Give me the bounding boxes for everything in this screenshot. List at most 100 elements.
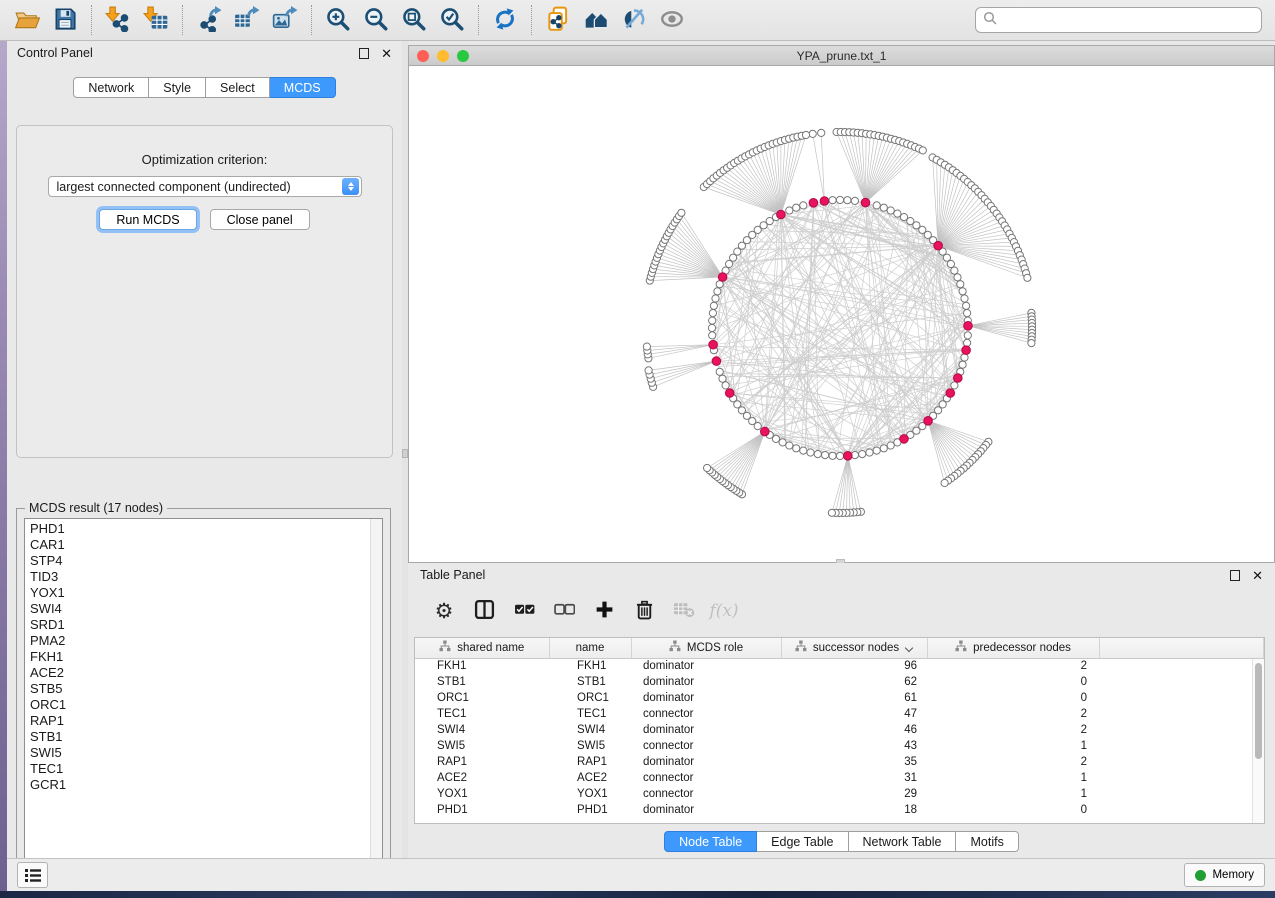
- select-all-button[interactable]: [506, 594, 542, 628]
- mcds-result-item[interactable]: GCR1: [30, 777, 382, 793]
- gear-icon: ⚙: [435, 601, 454, 622]
- homes-icon: [583, 6, 609, 35]
- mcds-result-item[interactable]: ACE2: [30, 665, 382, 681]
- close-panel-icon[interactable]: ✕: [381, 47, 392, 60]
- mcds-result-list[interactable]: PHD1CAR1STP4TID3YOX1SWI4SRD1PMA2FKH1ACE2…: [24, 518, 383, 871]
- save-button[interactable]: [46, 3, 84, 37]
- tab-select[interactable]: Select: [206, 77, 270, 98]
- sort-desc-icon: [905, 644, 913, 652]
- mcds-result-item[interactable]: STP4: [30, 553, 382, 569]
- mcds-result-item[interactable]: FKH1: [30, 649, 382, 665]
- export-network-button[interactable]: [190, 3, 228, 37]
- column-header-MCDS-role[interactable]: MCDS role: [631, 638, 781, 658]
- export-image-button[interactable]: [266, 3, 304, 37]
- open-folder-button[interactable]: [8, 3, 46, 37]
- export-table-button[interactable]: [228, 3, 266, 37]
- table-row[interactable]: STB1STB1dominator620: [415, 674, 1264, 690]
- optimization-criterion-label: Optimization criterion:: [17, 152, 392, 167]
- control-panel-title: Control Panel: [17, 46, 359, 60]
- network-window-titlebar[interactable]: YPA_prune.txt_1: [408, 45, 1275, 65]
- table-row[interactable]: RAP1RAP1dominator352: [415, 754, 1264, 770]
- gear-button[interactable]: ⚙: [426, 594, 462, 628]
- mcds-tab-body: Optimization criterion: largest connecte…: [16, 125, 393, 458]
- table-float-window-icon[interactable]: [1230, 570, 1240, 581]
- desktop-wallpaper-left-edge: [0, 41, 7, 891]
- export-image-icon: [272, 6, 298, 35]
- search-input[interactable]: [1002, 13, 1254, 27]
- table-row[interactable]: YOX1YOX1connector291: [415, 786, 1264, 802]
- mcds-result-item[interactable]: PHD1: [30, 521, 382, 537]
- mcds-result-item[interactable]: CAR1: [30, 537, 382, 553]
- show-details-eye-icon: [659, 6, 685, 35]
- column-header-name[interactable]: name: [549, 638, 631, 658]
- add-button[interactable]: [586, 594, 622, 628]
- table-row[interactable]: ACE2ACE2connector311: [415, 770, 1264, 786]
- mcds-result-item[interactable]: SRD1: [30, 617, 382, 633]
- status-bar: Memory: [7, 858, 1275, 891]
- memory-button[interactable]: Memory: [1184, 863, 1265, 887]
- show-details-eye-button[interactable]: [653, 3, 691, 37]
- task-history-button[interactable]: [17, 862, 48, 888]
- mcds-result-item[interactable]: STB1: [30, 729, 382, 745]
- mcds-result-item[interactable]: PMA2: [30, 633, 382, 649]
- table-row[interactable]: SWI5SWI5connector431: [415, 738, 1264, 754]
- tab-node-table[interactable]: Node Table: [664, 831, 757, 852]
- table-row[interactable]: PHD1PHD1dominator180: [415, 802, 1264, 818]
- tab-style[interactable]: Style: [149, 77, 206, 98]
- table-row[interactable]: SWI4SWI4dominator462: [415, 722, 1264, 738]
- close-panel-button[interactable]: Close panel: [210, 209, 310, 230]
- mcds-result-item[interactable]: RAP1: [30, 713, 382, 729]
- import-network-button[interactable]: [99, 3, 137, 37]
- table-scrollbar[interactable]: [1252, 659, 1264, 823]
- network-canvas[interactable]: [408, 65, 1275, 563]
- column-header-successor-nodes[interactable]: successor nodes: [781, 638, 927, 658]
- run-mcds-button[interactable]: Run MCDS: [99, 209, 196, 230]
- network-graph[interactable]: [409, 66, 1274, 562]
- zoom-out-button[interactable]: [357, 3, 395, 37]
- mcds-result-item[interactable]: STB5: [30, 681, 382, 697]
- table-row[interactable]: TEC1TEC1connector472: [415, 706, 1264, 722]
- control-panel: Control Panel ✕ NetworkStyleSelectMCDS O…: [7, 41, 402, 858]
- mcds-result-item[interactable]: TEC1: [30, 761, 382, 777]
- open-folder-icon: [14, 6, 40, 35]
- zoom-selected-icon: [439, 6, 465, 35]
- tree-icon: [439, 640, 451, 655]
- search-box[interactable]: [975, 7, 1262, 33]
- memory-label: Memory: [1212, 869, 1254, 881]
- refresh-button[interactable]: [486, 3, 524, 37]
- table-row[interactable]: FKH1FKH1dominator962: [415, 658, 1264, 674]
- mcds-result-item[interactable]: ORC1: [30, 697, 382, 713]
- columns-button[interactable]: [466, 594, 502, 628]
- mcds-result-item[interactable]: SWI4: [30, 601, 382, 617]
- clone-network-icon: [545, 6, 571, 35]
- table-panel-title: Table Panel: [420, 568, 1230, 582]
- tab-network-table[interactable]: Network Table: [849, 831, 957, 852]
- deselect-all-button[interactable]: [546, 594, 582, 628]
- float-window-icon[interactable]: [359, 48, 369, 59]
- homes-button[interactable]: [577, 3, 615, 37]
- trash-button[interactable]: [626, 594, 662, 628]
- zoom-selected-button[interactable]: [433, 3, 471, 37]
- tab-motifs[interactable]: Motifs: [956, 831, 1018, 852]
- mcds-result-scrollbar[interactable]: [370, 519, 382, 870]
- clone-network-button[interactable]: [539, 3, 577, 37]
- tree-icon: [955, 640, 967, 655]
- trash-icon: [634, 599, 655, 623]
- mcds-result-item[interactable]: TID3: [30, 569, 382, 585]
- tab-mcds[interactable]: MCDS: [270, 77, 336, 98]
- table-scrollbar-thumb[interactable]: [1255, 663, 1262, 759]
- import-table-button[interactable]: [137, 3, 175, 37]
- table-row[interactable]: ORC1ORC1dominator610: [415, 690, 1264, 706]
- node-table[interactable]: shared namenameMCDS rolesuccessor nodesp…: [415, 638, 1264, 818]
- table-close-panel-icon[interactable]: ✕: [1252, 569, 1263, 582]
- optimization-criterion-select[interactable]: largest connected component (undirected): [48, 176, 362, 197]
- mcds-result-item[interactable]: SWI5: [30, 745, 382, 761]
- tab-edge-table[interactable]: Edge Table: [757, 831, 848, 852]
- tab-network[interactable]: Network: [73, 77, 149, 98]
- zoom-in-button[interactable]: [319, 3, 357, 37]
- column-header-shared-name[interactable]: shared name: [415, 638, 549, 658]
- column-header-predecessor-nodes[interactable]: predecessor nodes: [927, 638, 1099, 658]
- mcds-result-item[interactable]: YOX1: [30, 585, 382, 601]
- zoom-fit-button[interactable]: [395, 3, 433, 37]
- hide-details-button[interactable]: [615, 3, 653, 37]
